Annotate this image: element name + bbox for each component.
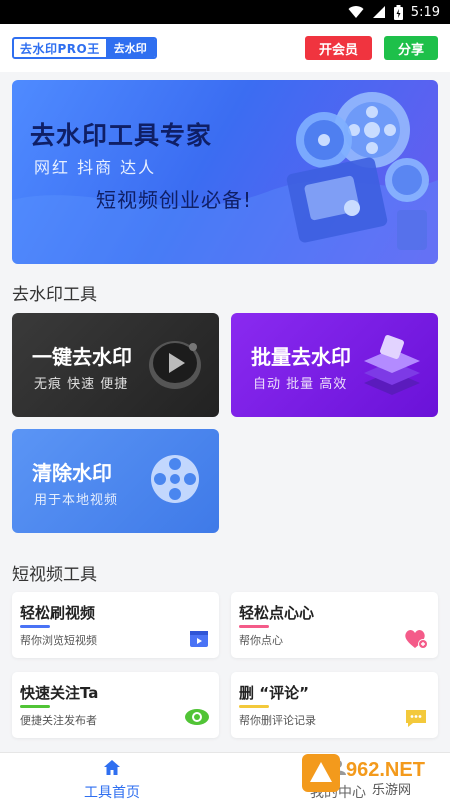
tool-subtitle: 便捷关注发布者 bbox=[20, 714, 97, 727]
status-time: 5:19 bbox=[410, 4, 440, 20]
film-reel-icon bbox=[147, 333, 203, 397]
video-reel-icon bbox=[147, 449, 203, 513]
banner-title: 去水印工具专家 bbox=[30, 121, 213, 150]
one-click-remove-card[interactable]: 一键去水印 无痕 快速 便捷 bbox=[12, 313, 219, 417]
wifi-icon bbox=[348, 5, 364, 19]
watermark-brand: 962.NET bbox=[346, 759, 425, 781]
heart-plus-icon bbox=[404, 628, 428, 654]
signal-icon bbox=[372, 5, 386, 19]
tool-title: 轻松点心心 bbox=[239, 604, 315, 622]
app-header: 去水印PRO王 去水印 开会员 分享 bbox=[0, 24, 450, 72]
promo-banner[interactable]: 去水印工具专家 网红 抖商 达人 短视频创业必备! bbox=[12, 80, 438, 264]
video-clapper-icon bbox=[189, 628, 209, 652]
tool-title: 快速关注Ta bbox=[20, 684, 99, 702]
batch-remove-card[interactable]: 批量去水印 自动 批量 高效 bbox=[231, 313, 438, 417]
watermark-sub: 乐游网 bbox=[372, 783, 411, 798]
status-bar: 5:19 bbox=[0, 0, 450, 24]
card-title: 批量去水印 bbox=[251, 345, 351, 369]
tab-home[interactable]: 工具首页 bbox=[52, 759, 172, 800]
tool-accent-line bbox=[239, 705, 269, 708]
share-button[interactable]: 分享 bbox=[383, 36, 438, 60]
vip-button[interactable]: 开会员 bbox=[304, 36, 372, 60]
battery-icon bbox=[393, 4, 403, 20]
home-icon bbox=[103, 760, 121, 780]
tool-subtitle: 帮你删评论记录 bbox=[239, 714, 316, 727]
card-subtitle: 自动 批量 高效 bbox=[253, 377, 348, 392]
tool-title: 轻松刷视频 bbox=[20, 604, 96, 622]
tool-browse-videos[interactable]: 轻松刷视频 帮你浏览短视频 bbox=[12, 592, 219, 658]
clear-watermark-card[interactable]: 清除水印 用于本地视频 bbox=[12, 429, 219, 533]
app-logo: 去水印PRO王 去水印 bbox=[12, 37, 157, 59]
card-title: 一键去水印 bbox=[32, 345, 132, 369]
eye-icon bbox=[185, 708, 209, 730]
tool-quick-follow[interactable]: 快速关注Ta 便捷关注发布者 bbox=[12, 672, 219, 738]
card-subtitle: 用于本地视频 bbox=[34, 493, 119, 508]
logo-text: 去水印PRO王 bbox=[14, 39, 106, 57]
tab-home-label: 工具首页 bbox=[84, 785, 140, 800]
tool-accent-line bbox=[239, 625, 269, 628]
tool-accent-line bbox=[20, 705, 50, 708]
site-watermark: 962.NET 乐游网 bbox=[302, 752, 442, 798]
banner-slogan: 短视频创业必备! bbox=[96, 188, 253, 212]
card-title: 清除水印 bbox=[32, 461, 112, 485]
tool-like-hearts[interactable]: 轻松点心心 帮你点心 bbox=[231, 592, 438, 658]
tool-accent-line bbox=[20, 625, 50, 628]
card-subtitle: 无痕 快速 便捷 bbox=[34, 377, 129, 392]
section-title-watermark-tools: 去水印工具 bbox=[12, 285, 97, 305]
banner-subtitle: 网红 抖商 达人 bbox=[34, 158, 157, 177]
tool-subtitle: 帮你点心 bbox=[239, 634, 283, 647]
logo-tag: 去水印 bbox=[105, 39, 155, 57]
section-title-short-video-tools: 短视频工具 bbox=[12, 565, 97, 585]
tool-delete-comments[interactable]: 删 “评论” 帮你删评论记录 bbox=[231, 672, 438, 738]
tool-title: 删 “评论” bbox=[239, 684, 309, 702]
tool-subtitle: 帮你浏览短视频 bbox=[20, 634, 97, 647]
stacked-layers-icon bbox=[362, 333, 422, 401]
comment-bubble-icon bbox=[404, 708, 428, 732]
